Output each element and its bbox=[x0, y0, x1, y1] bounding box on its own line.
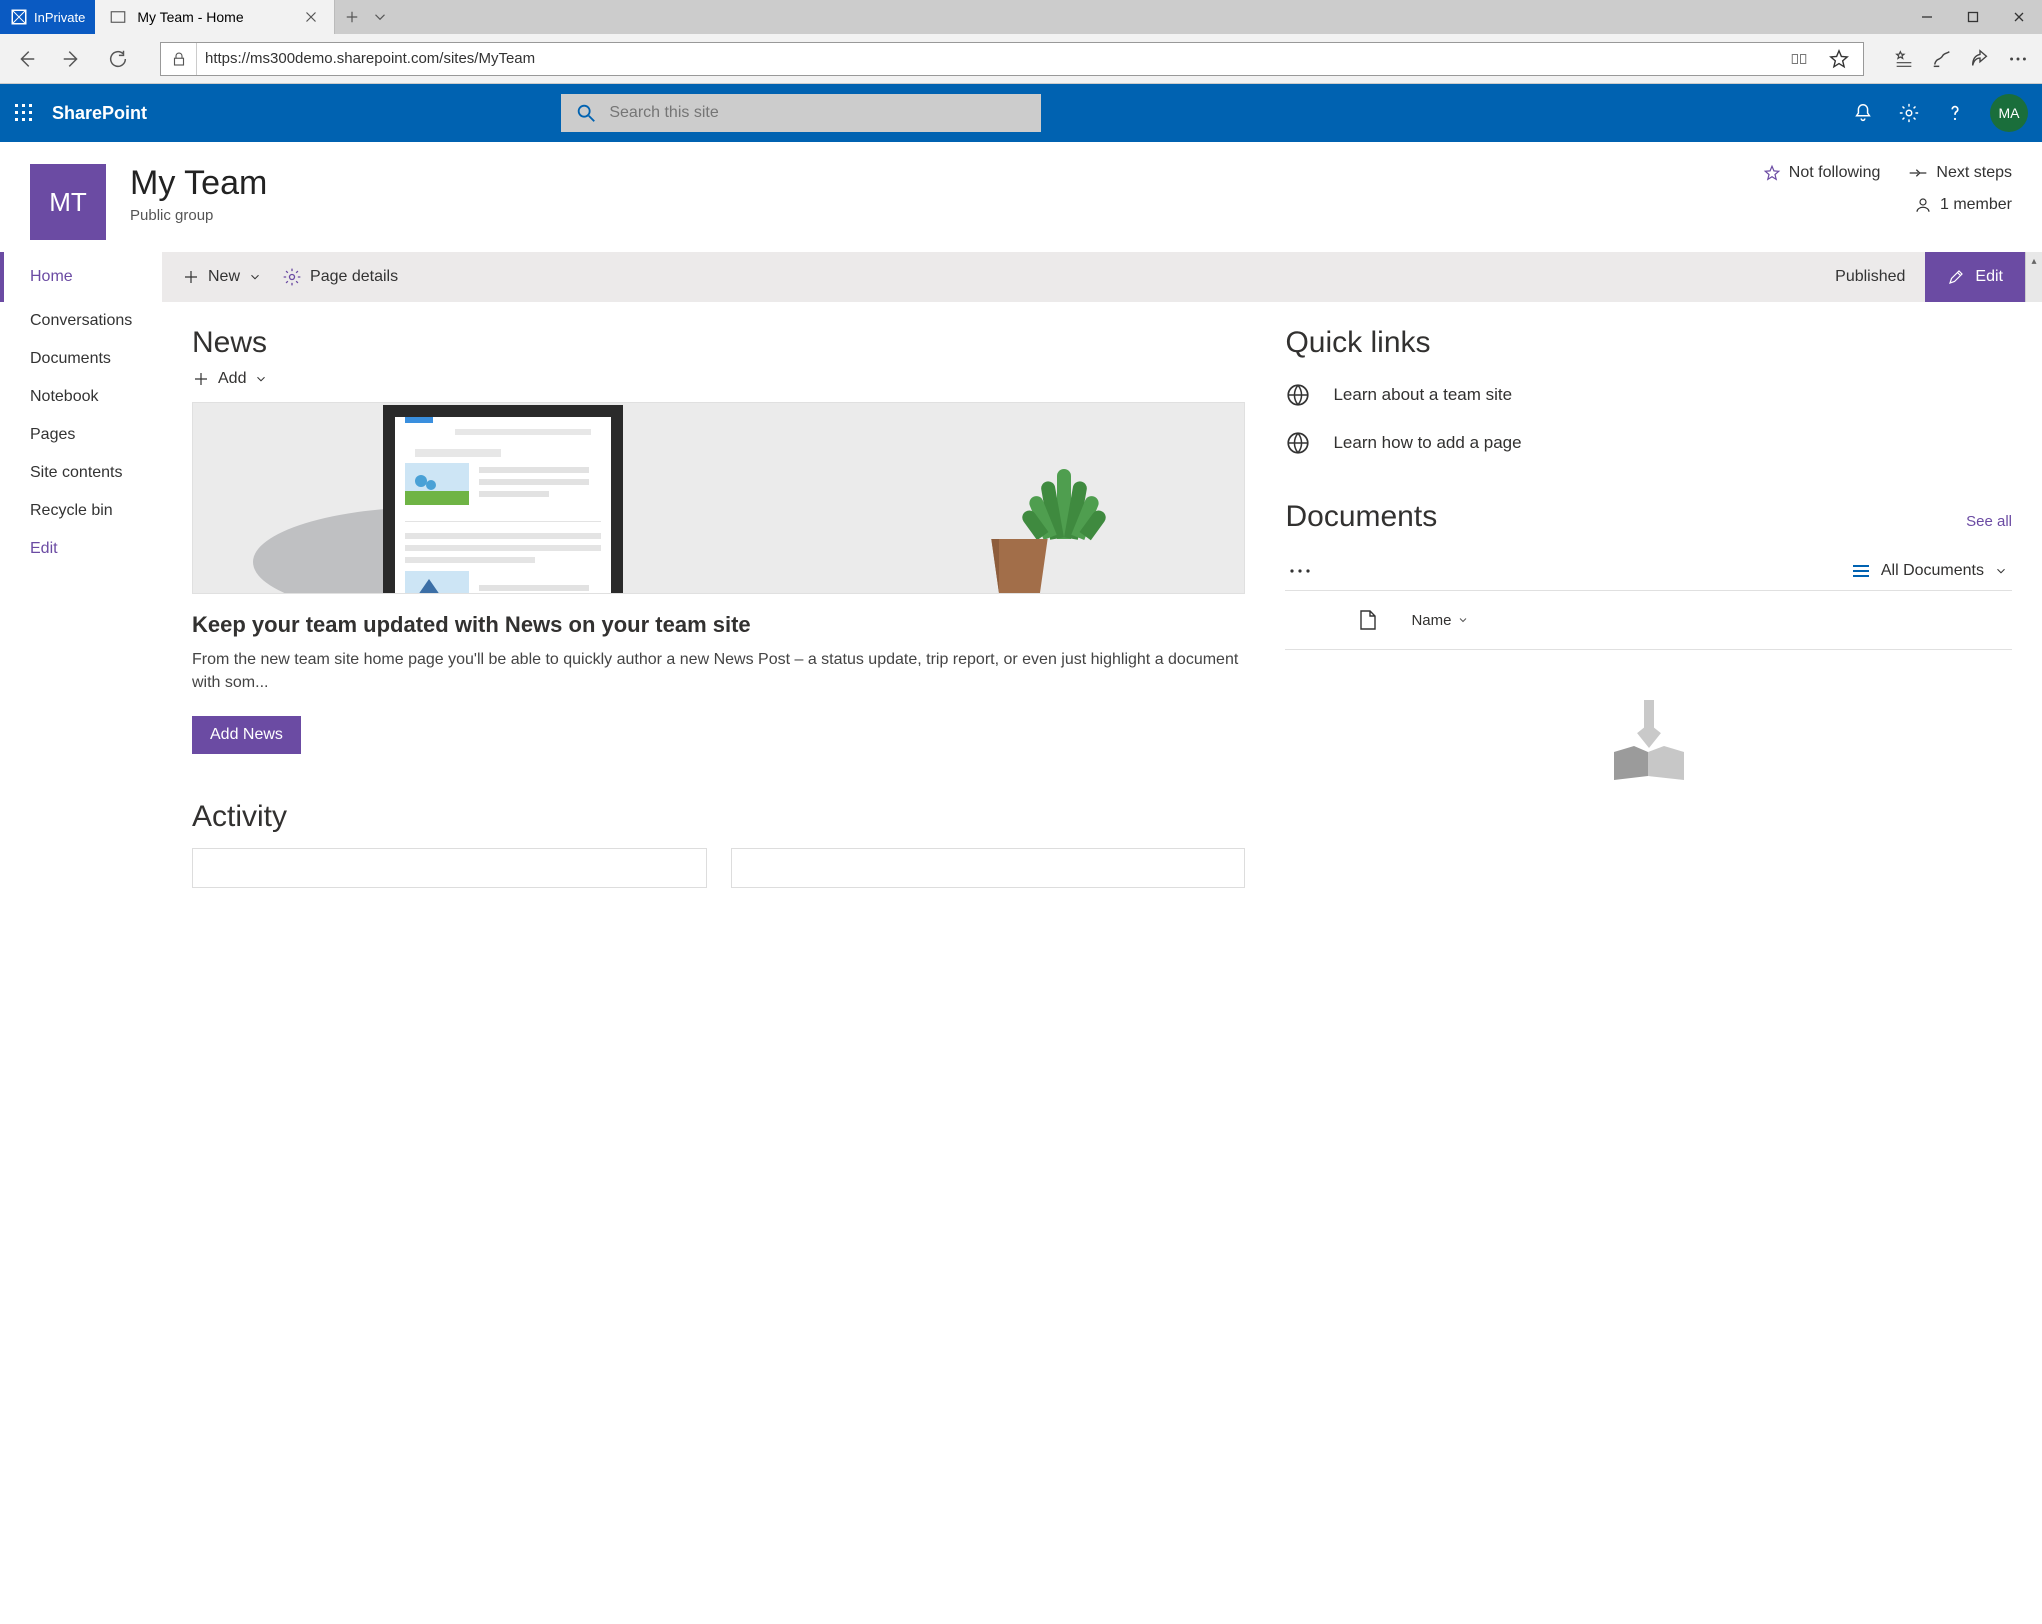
gear-icon bbox=[282, 267, 302, 287]
nav-conversations[interactable]: Conversations bbox=[0, 302, 162, 340]
new-button[interactable]: New bbox=[182, 268, 262, 286]
plus-icon bbox=[182, 268, 200, 286]
search-input[interactable] bbox=[609, 104, 1027, 122]
favorites-list-icon[interactable] bbox=[1888, 43, 1920, 75]
activity-card[interactable] bbox=[731, 848, 1246, 888]
documents-more-icon[interactable] bbox=[1289, 567, 1311, 575]
left-nav: Home Conversations Documents Notebook Pa… bbox=[0, 302, 162, 1624]
upload-icon bbox=[1594, 700, 1704, 780]
next-steps-button[interactable]: Next steps bbox=[1908, 164, 2012, 182]
back-button[interactable] bbox=[8, 41, 44, 77]
address-bar[interactable] bbox=[160, 42, 1864, 76]
quicklink-item[interactable]: Learn how to add a page bbox=[1285, 430, 2012, 456]
follow-button[interactable]: Not following bbox=[1763, 164, 1881, 182]
lock-icon[interactable] bbox=[161, 43, 197, 75]
window-maximize-button[interactable] bbox=[1950, 0, 1996, 34]
nav-home[interactable]: Home bbox=[0, 252, 162, 302]
quicklinks-heading: Quick links bbox=[1285, 326, 2012, 360]
file-icon bbox=[1359, 609, 1377, 631]
settings-icon[interactable] bbox=[1898, 102, 1920, 124]
news-add-button[interactable]: Add bbox=[192, 370, 1245, 388]
search-box[interactable] bbox=[561, 94, 1041, 132]
url-input[interactable] bbox=[197, 43, 1783, 75]
favorite-icon[interactable] bbox=[1823, 43, 1855, 75]
help-icon[interactable] bbox=[1944, 102, 1966, 124]
chevron-down-icon bbox=[254, 372, 268, 386]
add-news-button[interactable]: Add News bbox=[192, 716, 301, 754]
pencil-icon bbox=[1947, 268, 1965, 286]
nav-pages[interactable]: Pages bbox=[0, 416, 162, 454]
activity-heading: Activity bbox=[192, 800, 1245, 834]
see-all-link[interactable]: See all bbox=[1966, 513, 2012, 530]
share-icon[interactable] bbox=[1964, 43, 1996, 75]
flow-icon bbox=[1908, 165, 1928, 181]
page-icon bbox=[109, 8, 127, 26]
site-title[interactable]: My Team bbox=[130, 164, 267, 203]
new-tab-icon[interactable] bbox=[343, 8, 361, 26]
news-item-body: From the new team site home page you'll … bbox=[192, 648, 1245, 694]
inprivate-icon bbox=[10, 8, 28, 26]
window-minimize-button[interactable] bbox=[1904, 0, 1950, 34]
site-logo[interactable]: MT bbox=[30, 164, 106, 240]
browser-tab-strip: InPrivate My Team - Home bbox=[0, 0, 2042, 34]
chevron-down-icon bbox=[1994, 564, 2008, 578]
site-header: MT My Team Public group Not following Ne… bbox=[0, 142, 2042, 252]
list-icon bbox=[1851, 563, 1871, 579]
inprivate-label: InPrivate bbox=[34, 10, 85, 25]
window-close-button[interactable] bbox=[1996, 0, 2042, 34]
news-hero-image bbox=[192, 402, 1245, 594]
page-details-button[interactable]: Page details bbox=[282, 267, 398, 287]
plus-icon bbox=[192, 370, 210, 388]
reading-view-icon[interactable] bbox=[1783, 43, 1815, 75]
tab-actions bbox=[335, 0, 397, 34]
documents-heading: Documents bbox=[1285, 500, 1437, 534]
scroll-up-button[interactable]: ▴ bbox=[2025, 252, 2042, 302]
inprivate-badge: InPrivate bbox=[0, 0, 95, 34]
news-item-title[interactable]: Keep your team updated with News on your… bbox=[192, 612, 1245, 638]
globe-icon bbox=[1285, 382, 1311, 408]
command-bar: New Page details Published Edit bbox=[162, 252, 2025, 302]
nav-documents[interactable]: Documents bbox=[0, 340, 162, 378]
browser-tab[interactable]: My Team - Home bbox=[95, 0, 335, 34]
globe-icon bbox=[1285, 430, 1311, 456]
refresh-button[interactable] bbox=[100, 41, 136, 77]
tab-title: My Team - Home bbox=[137, 9, 243, 25]
documents-column-header[interactable]: Name bbox=[1285, 591, 2012, 650]
view-selector[interactable]: All Documents bbox=[1851, 562, 2008, 580]
site-subtitle: Public group bbox=[130, 207, 267, 224]
nav-recycle-bin[interactable]: Recycle bin bbox=[0, 492, 162, 530]
documents-drop-zone[interactable] bbox=[1285, 700, 2012, 780]
browser-nav-bar bbox=[0, 34, 2042, 84]
edit-button[interactable]: Edit bbox=[1925, 252, 2025, 302]
quicklink-item[interactable]: Learn about a team site bbox=[1285, 382, 2012, 408]
nav-edit[interactable]: Edit bbox=[0, 530, 162, 568]
app-launcher-icon[interactable] bbox=[14, 103, 34, 123]
nav-site-contents[interactable]: Site contents bbox=[0, 454, 162, 492]
more-icon[interactable] bbox=[2002, 43, 2034, 75]
chevron-down-icon bbox=[1457, 614, 1469, 626]
user-avatar[interactable]: MA bbox=[1990, 94, 2028, 132]
person-icon bbox=[1914, 196, 1932, 214]
tab-overflow-icon[interactable] bbox=[371, 8, 389, 26]
forward-button[interactable] bbox=[54, 41, 90, 77]
chevron-down-icon bbox=[248, 270, 262, 284]
notifications-icon[interactable] bbox=[1852, 102, 1874, 124]
star-outline-icon bbox=[1763, 164, 1781, 182]
publish-status: Published bbox=[1835, 268, 1905, 286]
notes-icon[interactable] bbox=[1926, 43, 1958, 75]
members-button[interactable]: 1 member bbox=[1763, 196, 2012, 214]
app-name[interactable]: SharePoint bbox=[52, 103, 147, 124]
suite-bar: SharePoint MA bbox=[0, 84, 2042, 142]
close-tab-icon[interactable] bbox=[302, 8, 320, 26]
nav-notebook[interactable]: Notebook bbox=[0, 378, 162, 416]
news-heading: News bbox=[192, 326, 1245, 360]
activity-card[interactable] bbox=[192, 848, 707, 888]
search-icon bbox=[575, 102, 597, 124]
